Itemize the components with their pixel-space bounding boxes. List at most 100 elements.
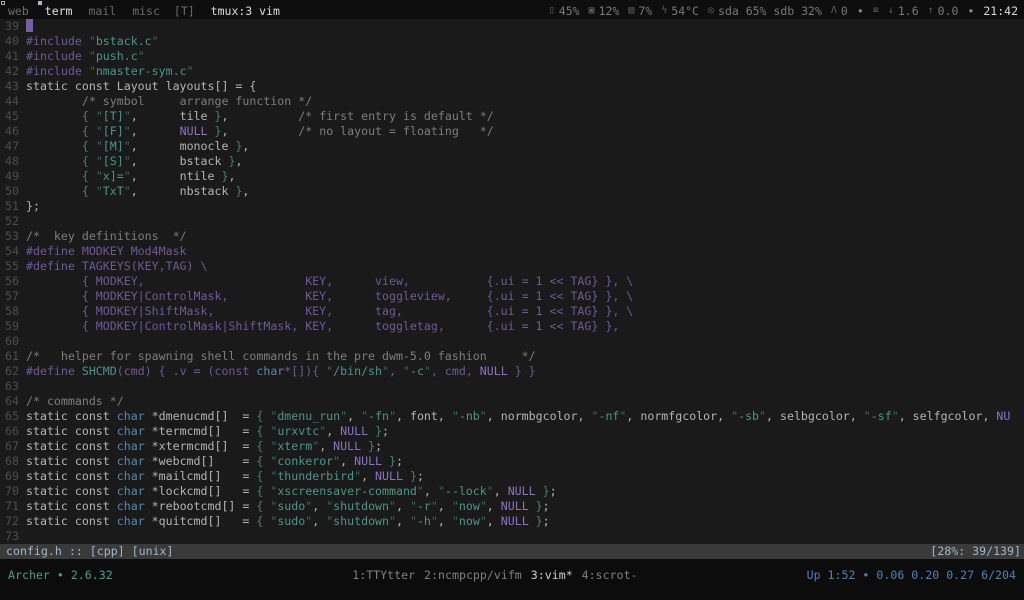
tmux-window-3-vim-[interactable]: 3:vim*	[531, 568, 573, 583]
code-token: ,	[235, 154, 243, 168]
code-token: char	[256, 364, 285, 378]
code-token: [M]	[102, 139, 124, 153]
code-line-39[interactable]: 39	[0, 19, 1024, 34]
code-token: ,	[486, 499, 501, 513]
dwm-tag-list: web term mail misc	[0, 0, 168, 19]
code-token: xterm	[277, 439, 313, 453]
code-line-49[interactable]: 49 { "x]=", ntile },	[0, 169, 1024, 184]
code-token: {	[256, 469, 271, 483]
code-token: dmenu_run	[277, 409, 341, 423]
code-line-50[interactable]: 50 { "TxT", nbstack },	[0, 184, 1024, 199]
line-number: 64	[5, 394, 19, 408]
code-line-65[interactable]: 65 static const char *dmenucmd[] = { " dme…	[0, 409, 1024, 424]
code-token: "	[479, 514, 487, 528]
code-line-43[interactable]: 43 static const Layout layouts[] = {	[0, 79, 1024, 94]
code-line-58[interactable]: 58 { MODKEY|ShiftMask, KEY, tag, {.ui = …	[0, 304, 1024, 319]
antenna-stat: Λ0	[831, 4, 848, 18]
code-token: #include	[26, 64, 89, 78]
code-line-71[interactable]: 71 static const char *rebootcmd[] = { " su…	[0, 499, 1024, 514]
code-token: thunderbird	[277, 469, 355, 483]
code-token: -r	[416, 499, 431, 513]
code-token: SHCMD	[81, 364, 117, 378]
code-token: }	[535, 499, 543, 513]
code-token: #define TAGKEYS(KEY,TAG) \	[26, 259, 208, 273]
code-line-45[interactable]: 45 { "[T]", tile }, /* first entry is de…	[0, 109, 1024, 124]
code-token: ,	[221, 109, 299, 123]
dwm-layout-symbol[interactable]: [T]	[168, 2, 203, 18]
code-line-51[interactable]: 51};	[0, 199, 1024, 214]
dwm-tag-term[interactable]: term	[37, 0, 81, 19]
code-line-64[interactable]: 64 /* commands */	[0, 394, 1024, 409]
code-token: "	[95, 154, 103, 168]
dwm-tag-misc[interactable]: misc	[124, 0, 168, 19]
code-line-44[interactable]: 44 /* symbol arrange function */	[0, 94, 1024, 109]
code-token: *quitcmd[] =	[144, 514, 257, 528]
dwm-tag-web[interactable]: web	[0, 0, 37, 19]
code-line-61[interactable]: 61 /* helper for spawning shell commands …	[0, 349, 1024, 364]
temperature-stat-value: 54°C	[671, 3, 699, 18]
disk-stat-value: sda 65% sdb 32%	[718, 3, 822, 18]
code-token: ,	[312, 514, 327, 528]
code-token: , selfgcolor,	[898, 409, 997, 423]
code-token: bstack.c	[95, 34, 152, 48]
tmux-window-4-scrot-[interactable]: 4:scrot-	[582, 568, 638, 583]
code-line-68[interactable]: 68 static const char *webcmd[] = { "conke…	[0, 454, 1024, 469]
code-line-70[interactable]: 70 static const char *lockcmd[] = { "xscr…	[0, 484, 1024, 499]
code-line-48[interactable]: 48 { "[S]", bstack },	[0, 154, 1024, 169]
temperature-icon: ϟ	[661, 5, 668, 16]
code-token: { MODKEY|ControlMask, KEY, toggleview, {…	[26, 289, 634, 303]
code-token: "	[123, 154, 131, 168]
battery-icon: ▯	[548, 5, 555, 16]
code-line-40[interactable]: 40 #include "bstack.c"	[0, 34, 1024, 49]
code-token: *[]){	[284, 364, 327, 378]
code-line-41[interactable]: 41 #include "push.c"	[0, 49, 1024, 64]
code-line-54[interactable]: 54 #define MODKEY Mod4Mask	[0, 244, 1024, 259]
code-line-66[interactable]: 66 static const char *termcmd[] = { "urxv…	[0, 424, 1024, 439]
code-token: now	[458, 514, 480, 528]
code-token: "	[759, 409, 767, 423]
code-line-53[interactable]: 53 /* key definitions */	[0, 229, 1024, 244]
code-token: TxT	[102, 184, 124, 198]
code-token: NULL	[500, 499, 529, 513]
code-token: , bstack	[130, 154, 229, 168]
code-line-69[interactable]: 69 static const char *mailcmd[] = { "thun…	[0, 469, 1024, 484]
code-token: "	[479, 409, 487, 423]
code-line-42[interactable]: 42 #include "nmaster-sym.c"	[0, 64, 1024, 79]
code-line-52[interactable]: 52	[0, 214, 1024, 229]
code-line-60[interactable]: 60	[0, 334, 1024, 349]
tmux-window-2-ncmpcpp-vifm[interactable]: 2:ncmpcpp/vifm	[424, 568, 522, 583]
code-line-47[interactable]: 47 { "[M]", monocle },	[0, 139, 1024, 154]
code-token: *lockcmd[] =	[144, 484, 257, 498]
code-token: conkeror	[277, 454, 334, 468]
code-line-62[interactable]: 62 #define SHCMD(cmd) { .v = (const char*…	[0, 364, 1024, 379]
code-line-55[interactable]: 55 #define TAGKEYS(KEY,TAG) \	[0, 259, 1024, 274]
dot-icon: •	[967, 3, 975, 18]
dwm-tag-mail[interactable]: mail	[80, 0, 124, 19]
code-token: {	[81, 169, 96, 183]
code-token: (cmd) { .v = (const	[116, 364, 257, 378]
code-line-57[interactable]: 57 { MODKEY|ControlMask, KEY, toggleview…	[0, 289, 1024, 304]
code-token: shutdown	[333, 514, 390, 528]
code-token: ,	[486, 514, 501, 528]
code-token: ,	[437, 499, 452, 513]
code-line-67[interactable]: 67 static const char *xtermcmd[] = { "xte…	[0, 439, 1024, 454]
code-token: "	[416, 484, 424, 498]
code-line-56[interactable]: 56 { MODKEY, KEY, view, {.ui = 1 << TAG}…	[0, 274, 1024, 289]
code-line-63[interactable]: 63	[0, 379, 1024, 394]
code-line-46[interactable]: 46 { "[F]", NULL }, /* no layout = float…	[0, 124, 1024, 139]
code-token: }	[542, 484, 550, 498]
code-token: "	[389, 409, 397, 423]
code-line-73[interactable]: 73	[0, 529, 1024, 544]
bottom-area: Archer • 2.6.32 1:TTYtter 2:ncmpcpp/vifm 3…	[0, 559, 1024, 600]
line-number: 73	[5, 529, 19, 543]
vim-editor-area[interactable]: 39 40 #include "bstack.c" 41 #include "push.…	[0, 19, 1024, 544]
code-line-59[interactable]: 59 { MODKEY|ControlMask|ShiftMask, KEY, …	[0, 319, 1024, 334]
code-line-72[interactable]: 72 static const char *quitcmd[] = { " sudo…	[0, 514, 1024, 529]
tmux-window-list: 1:TTYtter 2:ncmpcpp/vifm 3:vim* 4:scrot-	[352, 568, 637, 583]
tmux-window-1-ttytter[interactable]: 1:TTYtter	[352, 568, 415, 583]
code-token: {	[256, 514, 271, 528]
battery-stat: ▯ 45%	[549, 4, 580, 18]
